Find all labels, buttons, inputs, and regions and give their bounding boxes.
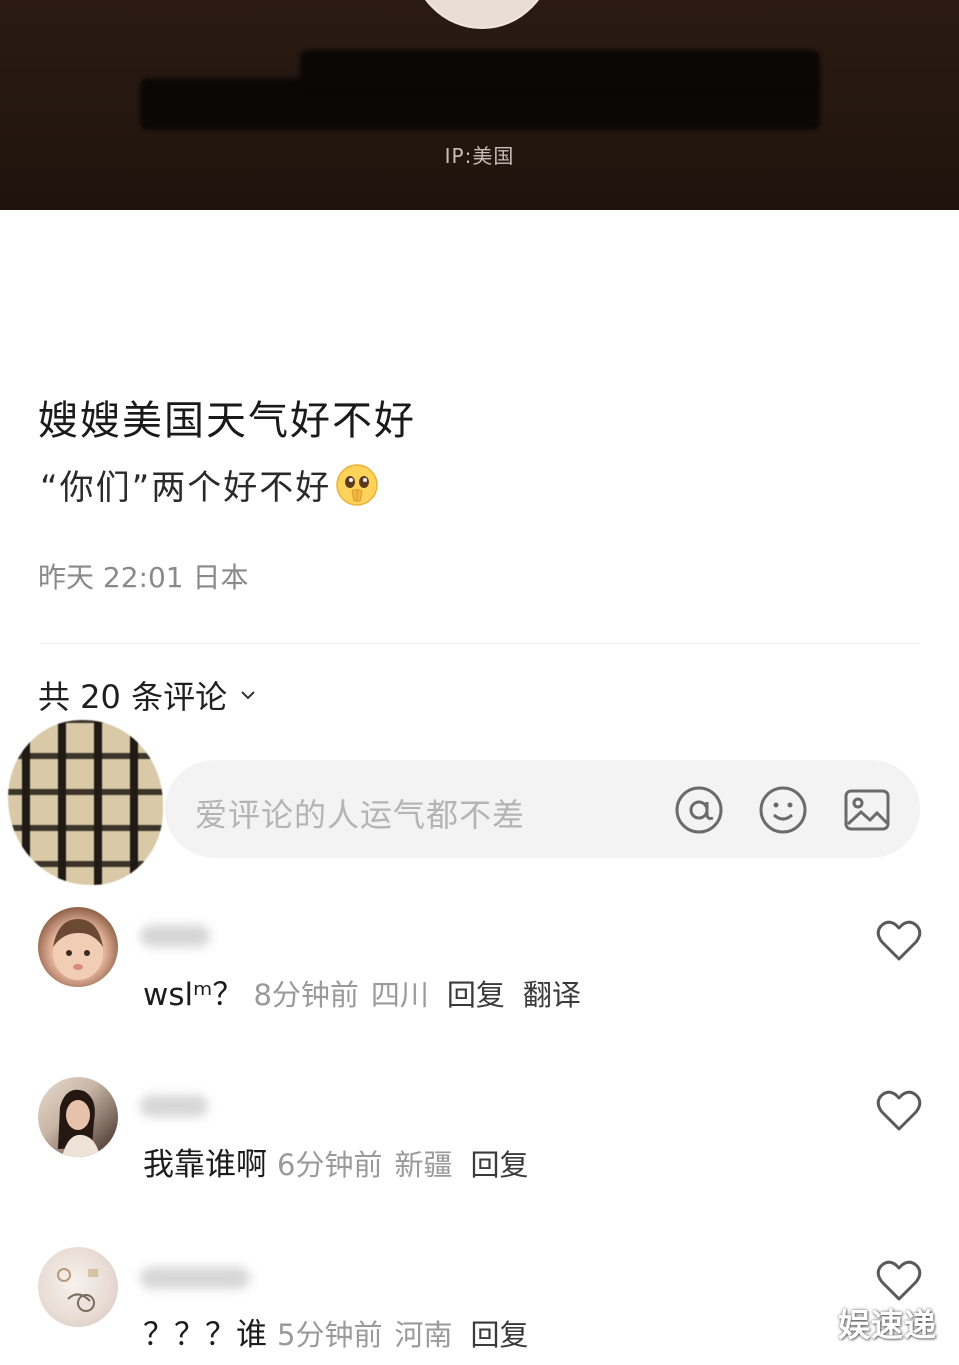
commenter-avatar[interactable]	[38, 907, 118, 987]
comment-text: 我靠谁啊	[143, 1147, 267, 1183]
post-body: “你们”两个好不好	[40, 460, 379, 509]
chevron-down-icon	[241, 691, 255, 700]
comment-item: 我靠谁啊 6分钟前 新疆 回复	[0, 1075, 959, 1195]
divider	[40, 643, 920, 644]
commenter-name-blurred	[140, 925, 210, 947]
comment-location: 新疆	[394, 1148, 453, 1182]
comment-body: wslᵐ？ 8分钟前 四川 回复 翻译	[143, 969, 581, 1014]
commenter-name-blurred	[140, 1095, 208, 1117]
post-title: 嫂嫂美国天气好不好	[38, 398, 416, 444]
comment-item: ？？？谁 5分钟前 河南 回复	[0, 1245, 959, 1365]
comment-location: 河南	[394, 1318, 453, 1352]
profile-header: IP:美国	[0, 0, 959, 210]
comment-sort-toggle[interactable]: 共 20 条评论	[38, 672, 257, 718]
comment-text: wslᵐ？	[143, 977, 244, 1013]
comment-location: 四川	[370, 978, 429, 1012]
author-avatar[interactable]	[410, 0, 554, 29]
comment-body: ？？？谁 5分钟前 河南 回复	[143, 1309, 546, 1354]
comment-time: 6分钟前	[277, 1148, 383, 1182]
comment-count-label: 共 20 条评论	[38, 678, 228, 716]
comment-text: ？？？谁	[143, 1317, 267, 1353]
heart-icon[interactable]	[876, 919, 922, 963]
emoji-face-icon[interactable]	[757, 784, 809, 836]
comment-body: 我靠谁啊 6分钟前 新疆 回复	[143, 1139, 546, 1184]
comment-input-placeholder: 爱评论的人运气都不差	[195, 796, 526, 834]
pleading-face-icon	[335, 463, 379, 507]
current-user-avatar	[8, 720, 163, 885]
ip-location-label: IP:美国	[444, 144, 515, 168]
post-meta: 昨天 22:01 日本	[38, 561, 249, 594]
redacted-name-part	[300, 50, 820, 90]
comment-time: 8分钟前	[253, 978, 359, 1012]
image-icon[interactable]	[841, 784, 893, 836]
heart-icon[interactable]	[876, 1089, 922, 1133]
watermark: 娱速递	[838, 1306, 938, 1344]
at-icon[interactable]	[673, 784, 725, 836]
reply-button[interactable]: 回复	[470, 1312, 528, 1354]
post-body-text: “你们”两个好不好	[40, 468, 332, 508]
reply-button[interactable]: 回复	[447, 972, 505, 1014]
translate-button[interactable]: 翻译	[523, 972, 581, 1014]
comment-time: 5分钟前	[277, 1318, 383, 1352]
commenter-avatar[interactable]	[38, 1077, 118, 1157]
commenter-avatar[interactable]	[38, 1247, 118, 1327]
reply-button[interactable]: 回复	[470, 1142, 528, 1184]
comment-input[interactable]: 爱评论的人运气都不差	[165, 760, 920, 858]
comment-item: wslᵐ？ 8分钟前 四川 回复 翻译	[0, 905, 959, 1025]
commenter-name-blurred	[140, 1267, 250, 1289]
heart-icon[interactable]	[876, 1259, 922, 1303]
